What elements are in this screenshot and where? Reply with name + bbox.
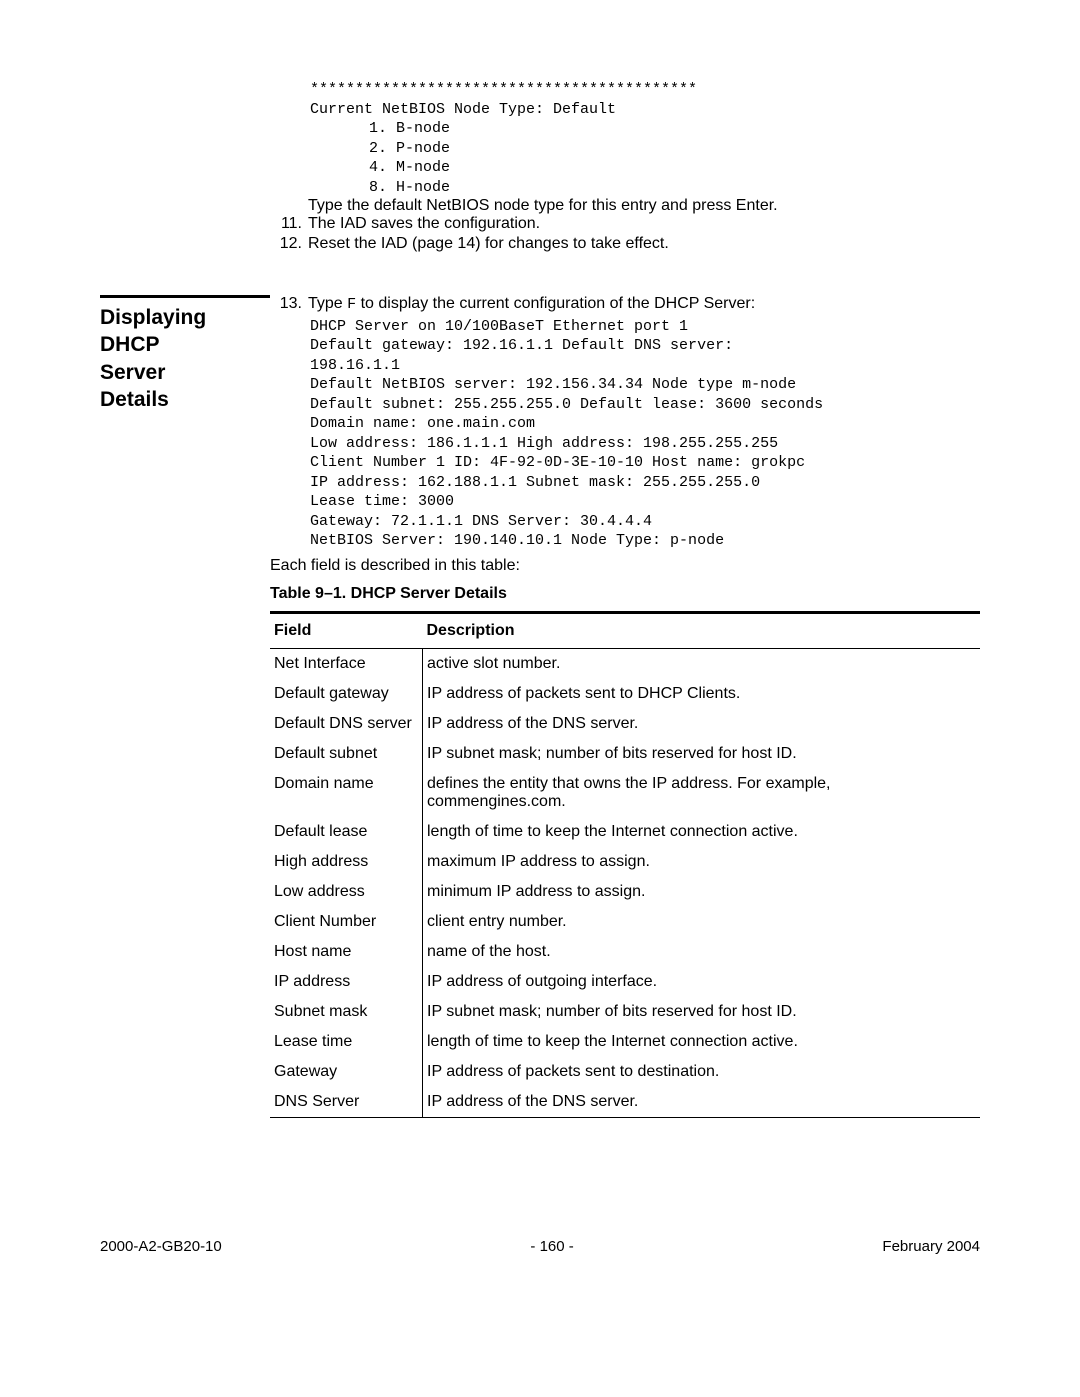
config-line: IP address: 162.188.1.1 Subnet mask: 255…	[310, 473, 980, 493]
table-cell-desc: IP address of packets sent to destinatio…	[423, 1057, 981, 1087]
table-row: Domain namedefines the entity that owns …	[270, 769, 980, 817]
table-cell-desc: IP address of packets sent to DHCP Clien…	[423, 679, 981, 709]
heading-line: DHCP	[100, 331, 270, 358]
footer-center: - 160 -	[530, 1238, 573, 1255]
stars-line: ****************************************…	[310, 80, 980, 100]
table-row: Subnet maskIP subnet mask; number of bit…	[270, 997, 980, 1027]
table-cell-field: Default subnet	[270, 739, 423, 769]
config-line: Client Number 1 ID: 4F-92-0D-3E-10-10 Ho…	[310, 453, 980, 473]
table-cell-desc: IP subnet mask; number of bits reserved …	[423, 997, 981, 1027]
config-line: Default gateway: 192.16.1.1 Default DNS …	[310, 336, 980, 356]
step-number: 12.	[270, 235, 308, 253]
table-cell-field: IP address	[270, 967, 423, 997]
table-cell-desc: minimum IP address to assign.	[423, 877, 981, 907]
type-instruction: Type the default NetBIOS node type for t…	[308, 197, 980, 215]
table-row: IP addressIP address of outgoing interfa…	[270, 967, 980, 997]
table-intro: Each field is described in this table:	[270, 557, 980, 575]
table-cell-field: Subnet mask	[270, 997, 423, 1027]
config-line: Default subnet: 255.255.255.0 Default le…	[310, 395, 980, 415]
step-text: Reset the IAD (page 14) for changes to t…	[308, 235, 980, 253]
step-number: 13.	[270, 295, 308, 315]
table-cell-field: High address	[270, 847, 423, 877]
table-row: Client Numberclient entry number.	[270, 907, 980, 937]
table-header-desc: Description	[423, 612, 981, 648]
dhcp-details-table: Field Description Net Interfaceactive sl…	[270, 611, 980, 1118]
step13-prefix: Type	[308, 295, 347, 312]
config-line: Domain name: one.main.com	[310, 414, 980, 434]
table-row: Low addressminimum IP address to assign.	[270, 877, 980, 907]
step13-suffix: to display the current configuration of …	[356, 295, 755, 312]
table-cell-desc: IP address of the DNS server.	[423, 1087, 981, 1118]
config-line: Low address: 186.1.1.1 High address: 198…	[310, 434, 980, 454]
table-row: Default DNS serverIP address of the DNS …	[270, 709, 980, 739]
table-cell-desc: client entry number.	[423, 907, 981, 937]
table-cell-desc: name of the host.	[423, 937, 981, 967]
config-line: Gateway: 72.1.1.1 DNS Server: 30.4.4.4	[310, 512, 980, 532]
node-option: 2. P-node	[360, 139, 980, 159]
table-cell-desc: active slot number.	[423, 648, 981, 679]
config-line: 198.16.1.1	[310, 356, 980, 376]
table-row: Default leaselength of time to keep the …	[270, 817, 980, 847]
table-row: High addressmaximum IP address to assign…	[270, 847, 980, 877]
table-cell-field: Net Interface	[270, 648, 423, 679]
node-option: 8. H-node	[360, 178, 980, 198]
table-caption: Table 9–1. DHCP Server Details	[270, 585, 980, 603]
table-header-field: Field	[270, 612, 423, 648]
table-cell-field: Default gateway	[270, 679, 423, 709]
table-cell-field: Gateway	[270, 1057, 423, 1087]
node-option: 4. M-node	[360, 158, 980, 178]
node-option: 1. B-node	[360, 119, 980, 139]
step-text: The IAD saves the configuration.	[308, 215, 980, 233]
step-text: Type F to display the current configurat…	[308, 295, 980, 315]
heading-line: Server	[100, 359, 270, 386]
footer-left: 2000-A2-GB20-10	[100, 1238, 222, 1255]
table-cell-field: Domain name	[270, 769, 423, 817]
heading-line: Details	[100, 386, 270, 413]
step-number: 11.	[270, 215, 308, 233]
section-heading: Displaying DHCP Server Details	[100, 295, 270, 413]
table-cell-desc: IP subnet mask; number of bits reserved …	[423, 739, 981, 769]
table-row: Net Interfaceactive slot number.	[270, 648, 980, 679]
step13-code: F	[347, 296, 356, 313]
table-cell-field: Default DNS server	[270, 709, 423, 739]
table-cell-desc: maximum IP address to assign.	[423, 847, 981, 877]
table-row: GatewayIP address of packets sent to des…	[270, 1057, 980, 1087]
config-line: Lease time: 3000	[310, 492, 980, 512]
table-row: DNS ServerIP address of the DNS server.	[270, 1087, 980, 1118]
table-cell-field: Host name	[270, 937, 423, 967]
heading-line: Displaying	[100, 304, 270, 331]
table-cell-field: Default lease	[270, 817, 423, 847]
table-row: Host namename of the host.	[270, 937, 980, 967]
table-cell-field: Lease time	[270, 1027, 423, 1057]
netbios-current-line: Current NetBIOS Node Type: Default	[310, 100, 980, 120]
config-line: NetBIOS Server: 190.140.10.1 Node Type: …	[310, 531, 980, 551]
table-row: Default gatewayIP address of packets sen…	[270, 679, 980, 709]
table-cell-field: Client Number	[270, 907, 423, 937]
table-cell-desc: length of time to keep the Internet conn…	[423, 817, 981, 847]
table-cell-desc: defines the entity that owns the IP addr…	[423, 769, 981, 817]
table-row: Default subnetIP subnet mask; number of …	[270, 739, 980, 769]
footer-right: February 2004	[882, 1238, 980, 1255]
table-cell-desc: IP address of outgoing interface.	[423, 967, 981, 997]
table-cell-field: DNS Server	[270, 1087, 423, 1118]
table-cell-field: Low address	[270, 877, 423, 907]
config-line: Default NetBIOS server: 192.156.34.34 No…	[310, 375, 980, 395]
page-footer: 2000-A2-GB20-10 - 160 - February 2004	[100, 1238, 980, 1255]
config-line: DHCP Server on 10/100BaseT Ethernet port…	[310, 317, 980, 337]
table-cell-desc: IP address of the DNS server.	[423, 709, 981, 739]
table-row: Lease timelength of time to keep the Int…	[270, 1027, 980, 1057]
table-cell-desc: length of time to keep the Internet conn…	[423, 1027, 981, 1057]
